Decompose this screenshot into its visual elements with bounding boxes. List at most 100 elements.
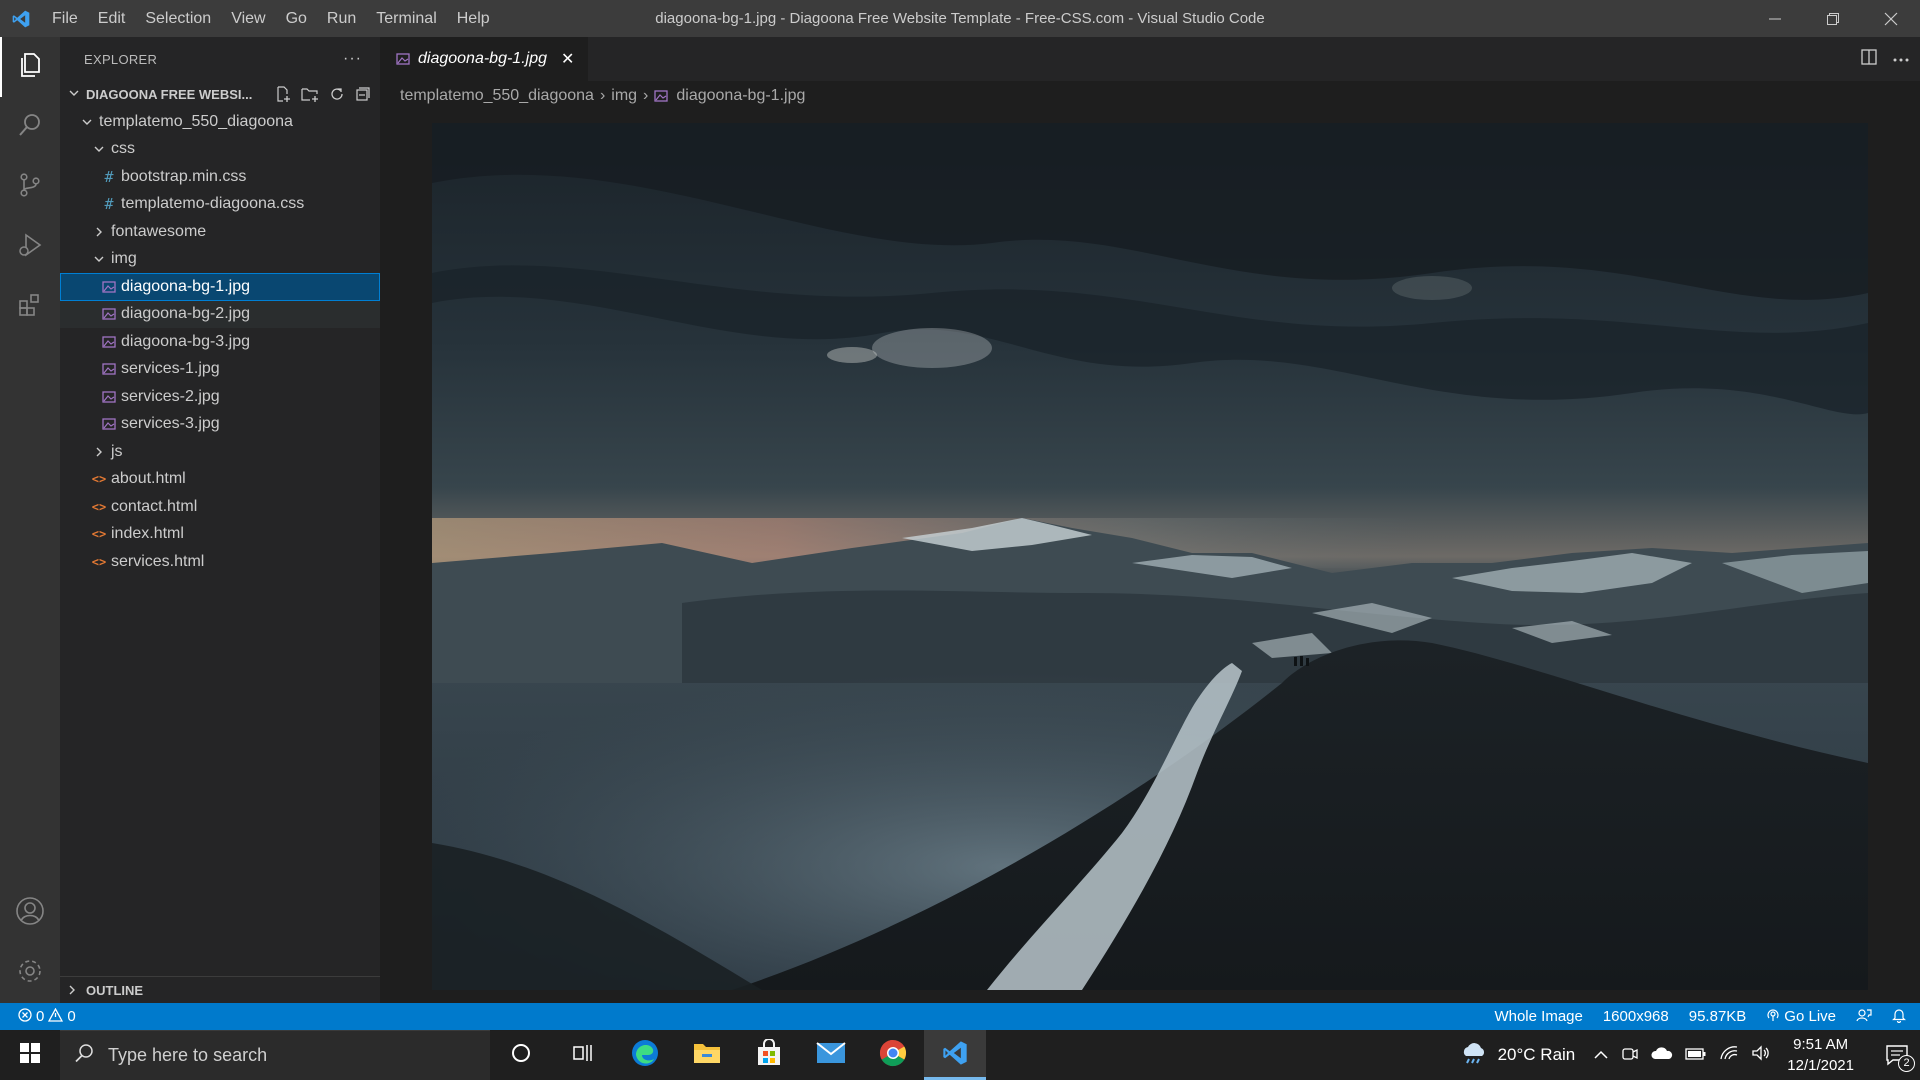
meet-now-icon[interactable] <box>1621 1045 1639 1066</box>
manage-activity[interactable] <box>0 943 60 1003</box>
notification-icon: 2 <box>1885 1044 1915 1072</box>
go-live-button[interactable]: Go Live <box>1766 1008 1836 1026</box>
tree-label: css <box>111 140 135 158</box>
start-button[interactable] <box>0 1030 60 1080</box>
chrome-taskbar-button[interactable] <box>862 1030 924 1080</box>
more-actions-icon[interactable] <box>1892 50 1910 68</box>
explorer-activity[interactable] <box>0 37 60 97</box>
search-activity[interactable] <box>0 97 60 157</box>
menu-terminal[interactable]: Terminal <box>366 0 446 37</box>
tree-folder-img[interactable]: img <box>60 246 380 274</box>
accounts-activity[interactable] <box>0 883 60 943</box>
minimize-button[interactable] <box>1746 0 1804 37</box>
more-actions-button[interactable]: ··· <box>343 50 362 68</box>
cortana-button[interactable] <box>490 1030 552 1080</box>
onedrive-icon[interactable] <box>1651 1045 1673 1065</box>
chevron-down-icon <box>66 87 82 102</box>
tree-file-diagoona-bg-3[interactable]: diagoona-bg-3.jpg <box>60 328 380 356</box>
menu-go[interactable]: Go <box>276 0 317 37</box>
tree-file-services-2[interactable]: services-2.jpg <box>60 383 380 411</box>
image-file-icon <box>654 89 669 103</box>
refresh-icon[interactable] <box>328 85 346 106</box>
new-folder-icon[interactable] <box>300 85 320 106</box>
restore-button[interactable] <box>1804 0 1862 37</box>
clock[interactable]: 9:51 AM 12/1/2021 <box>1787 1034 1854 1076</box>
menu-help[interactable]: Help <box>447 0 500 37</box>
workspace-section-header[interactable]: DIAGOONA FREE WEBSI... <box>60 81 380 108</box>
menu-selection[interactable]: Selection <box>135 0 221 37</box>
taskbar-search-box[interactable]: Type here to search <box>60 1030 490 1080</box>
tree-file-services-html[interactable]: <> services.html <box>60 548 380 576</box>
warning-count: 0 <box>67 1008 76 1025</box>
tree-label: diagoona-bg-3.jpg <box>121 332 250 350</box>
extensions-activity[interactable] <box>0 277 60 337</box>
volume-icon[interactable] <box>1751 1044 1771 1066</box>
tree-file-templatemo-css[interactable]: # templatemo-diagoona.css <box>60 191 380 219</box>
run-debug-icon <box>16 231 44 264</box>
tree-label: templatemo-diagoona.css <box>121 195 305 213</box>
css-file-icon: # <box>104 195 114 214</box>
tab-diagoona-bg-1[interactable]: diagoona-bg-1.jpg ✕ <box>380 37 590 81</box>
run-debug-activity[interactable] <box>0 217 60 277</box>
tree-folder-fontawesome[interactable]: fontawesome <box>60 218 380 246</box>
tree-file-contact-html[interactable]: <> contact.html <box>60 493 380 521</box>
search-placeholder: Type here to search <box>108 1045 268 1065</box>
close-window-button[interactable] <box>1862 0 1920 37</box>
notifications-button[interactable]: 2 <box>1874 1030 1920 1080</box>
tree-file-about-html[interactable]: <> about.html <box>60 466 380 494</box>
tree-folder-js[interactable]: js <box>60 438 380 466</box>
image-file-icon <box>101 334 117 350</box>
image-zoom-status[interactable]: Whole Image <box>1494 1008 1582 1025</box>
image-file-icon <box>101 361 117 377</box>
tree-label: fontawesome <box>111 222 207 240</box>
split-editor-icon[interactable] <box>1860 48 1878 71</box>
tree-file-index-html[interactable]: <> index.html <box>60 521 380 549</box>
html-file-icon: <> <box>91 554 107 569</box>
breadcrumb-subfolder[interactable]: img <box>611 87 637 105</box>
menu-view[interactable]: View <box>221 0 275 37</box>
tree-folder-templatemo[interactable]: templatemo_550_diagoona <box>60 108 380 136</box>
folder-icon <box>692 1040 722 1071</box>
explorer-sidebar: EXPLORER ··· DIAGOONA FREE WEBSI... temp… <box>60 37 380 1003</box>
file-explorer-taskbar-button[interactable] <box>676 1030 738 1080</box>
edge-taskbar-button[interactable] <box>614 1030 676 1080</box>
tray-icons <box>1593 1044 1771 1066</box>
mail-taskbar-button[interactable] <box>800 1030 862 1080</box>
bell-icon[interactable] <box>1892 1007 1906 1027</box>
tree-folder-css[interactable]: css <box>60 136 380 164</box>
tree-file-diagoona-bg-2[interactable]: diagoona-bg-2.jpg <box>60 300 380 328</box>
collapse-all-icon[interactable] <box>354 85 372 106</box>
search-icon <box>74 1043 94 1068</box>
feedback-icon[interactable] <box>1856 1007 1872 1027</box>
warning-icon <box>48 1007 64 1026</box>
menu-edit[interactable]: Edit <box>88 0 136 37</box>
title-bar: File Edit Selection View Go Run Terminal… <box>0 0 1920 37</box>
task-view-button[interactable] <box>552 1030 614 1080</box>
tree-file-services-1[interactable]: services-1.jpg <box>60 356 380 384</box>
menu-bar: File Edit Selection View Go Run Terminal… <box>42 0 500 37</box>
menu-file[interactable]: File <box>42 0 88 37</box>
breadcrumb-file[interactable]: diagoona-bg-1.jpg <box>676 87 805 105</box>
weather-widget[interactable]: 20°C Rain <box>1460 1041 1575 1070</box>
tree-file-diagoona-bg-1[interactable]: diagoona-bg-1.jpg <box>60 273 380 301</box>
outline-section-header[interactable]: OUTLINE <box>60 976 380 1003</box>
image-preview[interactable] <box>432 123 1868 990</box>
new-file-icon[interactable] <box>274 85 292 106</box>
problems-indicator[interactable]: 0 0 <box>0 1007 76 1026</box>
tree-label: js <box>111 442 123 460</box>
image-file-icon <box>101 279 117 295</box>
wifi-icon[interactable] <box>1719 1045 1739 1066</box>
tree-file-services-3[interactable]: services-3.jpg <box>60 411 380 439</box>
files-icon <box>16 51 44 84</box>
menu-run[interactable]: Run <box>317 0 366 37</box>
source-control-activity[interactable] <box>0 157 60 217</box>
vscode-taskbar-button[interactable] <box>924 1030 986 1080</box>
chevron-up-icon[interactable] <box>1593 1045 1609 1065</box>
image-dimensions: 1600x968 <box>1602 1008 1669 1025</box>
close-tab-icon[interactable]: ✕ <box>561 49 574 69</box>
breadcrumb-folder[interactable]: templatemo_550_diagoona <box>400 87 594 105</box>
battery-icon[interactable] <box>1685 1045 1707 1065</box>
store-taskbar-button[interactable] <box>738 1030 800 1080</box>
tree-label: templatemo_550_diagoona <box>99 112 293 130</box>
tree-file-bootstrap-css[interactable]: # bootstrap.min.css <box>60 163 380 191</box>
